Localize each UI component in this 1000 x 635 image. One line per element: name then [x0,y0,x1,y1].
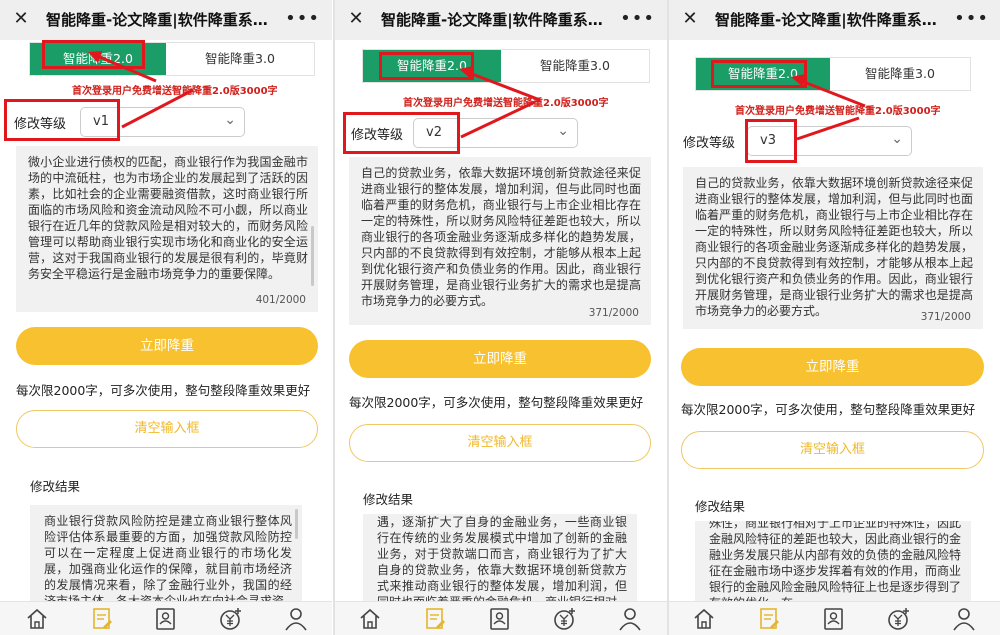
title-bar: ✕ 智能降重-论文降重|软件降重系统|A... ••• [335,0,667,40]
more-options-icon[interactable]: ••• [954,9,989,29]
yuan-plus-icon[interactable] [218,606,244,632]
char-count: 371/2000 [588,307,639,319]
limit-note: 每次限2000字，可多次使用，整句整段降重效果更好 [681,402,976,417]
clear-input-button[interactable]: 清空输入框 [681,431,984,469]
input-text: 自己的贷款业务，依靠大数据环境创新贷款途径来促进商业银行的整体发展，增加利润，但… [695,176,973,318]
tab-smart-rewrite-3[interactable]: 智能降重3.0 [830,58,970,90]
result-title: 修改结果 [30,479,81,494]
bottom-nav [669,601,1000,635]
close-icon[interactable]: ✕ [345,8,367,30]
close-icon[interactable]: ✕ [10,8,32,30]
home-icon[interactable] [691,606,717,632]
bottom-nav [0,601,332,635]
more-options-icon[interactable]: ••• [620,9,655,29]
submit-rewrite-button[interactable]: 立即降重 [681,348,984,386]
clear-input-button[interactable]: 清空输入框 [349,424,651,462]
chevron-down-icon: ⌄ [891,131,903,147]
promo-text: 首次登录用户免费增送智能降重2.0版3000字 [403,98,609,109]
title-bar: ✕ 智能降重-论文降重|软件降重系统|A... ••• [669,0,1000,40]
result-text: 殊性，商业银行相对于上市企业的特殊性，因此金融风险特征的差距也较大，因此商业银行… [709,521,962,602]
submit-rewrite-button[interactable]: 立即降重 [349,340,651,378]
title-bar: ✕ 智能降重-论文降重|软件降重系统|A... ••• [0,0,332,40]
more-options-icon[interactable]: ••• [285,9,320,29]
input-text: 自己的贷款业务，依靠大数据环境创新贷款途径来促进商业银行的整体发展，增加利润，但… [361,166,641,308]
screen-panel-v2: ✕ 智能降重-论文降重|软件降重系统|A... ••• 智能降重2.0 智能降重… [335,0,667,635]
profile-card-icon[interactable] [153,606,179,632]
yuan-plus-icon[interactable] [552,606,578,632]
yuan-plus-icon[interactable] [886,606,912,632]
result-title: 修改结果 [363,492,414,507]
highlight-box-tab [379,52,474,80]
bottom-nav [335,601,667,635]
highlight-box-level [745,119,797,163]
highlight-box-level [4,99,120,141]
window-title: 智能降重-论文降重|软件降重系统|A... [381,11,617,29]
chevron-down-icon: ⌄ [557,123,569,139]
screen-panel-v3: ✕ 智能降重-论文降重|软件降重系统|A... ••• 智能降重2.0 智能降重… [669,0,1000,635]
submit-rewrite-button[interactable]: 立即降重 [16,327,318,365]
result-text: 商业银行贷款风险防控是建立商业银行整体风险评估体系最重要的方面，加强贷款风险防控… [44,514,292,602]
input-textarea[interactable]: 微小企业进行债权的匹配，商业银行作为我国金融市场的中流砥柱，也为市场企业的发展起… [16,146,318,312]
screen-panel-v1: ✕ 智能降重-论文降重|软件降重系统|A... ••• 智能降重2.0 智能降重… [0,0,332,635]
profile-card-icon[interactable] [487,606,513,632]
scrollbar[interactable] [311,226,314,286]
close-icon[interactable]: ✕ [679,8,701,30]
promo-text: 首次登录用户免费增送智能降重2.0版3000字 [72,86,278,97]
tab-smart-rewrite-3[interactable]: 智能降重3.0 [501,50,649,82]
chevron-down-icon: ⌄ [224,112,236,128]
limit-note: 每次限2000字，可多次使用，整句整段降重效果更好 [349,395,644,410]
user-icon[interactable] [617,606,643,632]
tab-smart-rewrite-3[interactable]: 智能降重3.0 [166,43,314,75]
highlight-box-tab [42,40,145,69]
home-icon[interactable] [24,606,50,632]
clear-input-button[interactable]: 清空输入框 [16,410,318,448]
user-icon[interactable] [283,606,309,632]
window-title: 智能降重-论文降重|软件降重系统|A... [46,11,282,29]
result-box: 殊性，商业银行相对于上市企业的特殊性，因此金融风险特征的差距也较大，因此商业银行… [695,521,971,602]
input-text: 微小企业进行债权的匹配，商业银行作为我国金融市场的中流砥柱，也为市场企业的发展起… [28,155,308,281]
input-textarea[interactable]: 自己的贷款业务，依靠大数据环境创新贷款途径来促进商业银行的整体发展，增加利润，但… [349,157,651,325]
highlight-box-tab [711,60,807,88]
home-icon[interactable] [357,606,383,632]
result-text: 遇，逐渐扩大了自身的金融业务，一些商业银行在传统的业务发展模式中增加了创新的金融… [377,515,627,602]
profile-card-icon[interactable] [821,606,847,632]
char-count: 371/2000 [920,311,971,323]
document-edit-icon[interactable] [422,606,448,632]
scrollbar[interactable] [295,509,298,539]
result-box: 商业银行贷款风险防控是建立商业银行整体风险评估体系最重要的方面，加强贷款风险防控… [30,505,302,602]
document-edit-icon[interactable] [89,606,115,632]
result-box: 遇，逐渐扩大了自身的金融业务，一些商业银行在传统的业务发展模式中增加了创新的金融… [363,514,637,602]
char-count: 401/2000 [255,294,306,306]
level-label: 修改等级 [683,136,736,151]
limit-note: 每次限2000字，可多次使用，整句整段降重效果更好 [16,383,311,398]
result-title: 修改结果 [695,499,746,514]
document-edit-icon[interactable] [756,606,782,632]
highlight-box-level [343,112,460,154]
input-textarea[interactable]: 自己的贷款业务，依靠大数据环境创新贷款途径来促进商业银行的整体发展，增加利润，但… [683,167,983,329]
window-title: 智能降重-论文降重|软件降重系统|A... [715,11,951,29]
user-icon[interactable] [951,606,977,632]
promo-text: 首次登录用户免费增送智能降重2.0版3000字 [735,106,941,117]
